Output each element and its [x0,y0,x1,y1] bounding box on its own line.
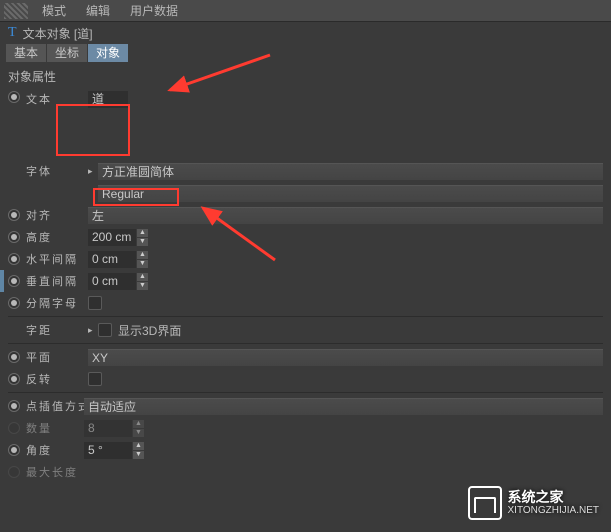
row-kerning: 字距 ▸ 显示3D界面 [8,320,603,340]
row-height: 高度 200 cm ▲ ▼ [8,227,603,247]
chevron-down-icon[interactable]: ▸ [88,166,98,177]
text-field[interactable]: 道 [88,91,128,108]
angle-field[interactable]: 5 ° [84,442,132,459]
invert-checkbox[interactable] [88,372,102,386]
sepletters-checkbox[interactable] [88,296,102,310]
hspacing-step-up[interactable]: ▲ [137,251,148,259]
tab-basic[interactable]: 基本 [6,44,46,62]
anim-dot-align[interactable] [8,209,20,221]
count-step-down: ▼ [133,429,144,437]
row-text: 文本 道 [8,89,603,129]
row-vspacing: 垂直间隔 0 cm ▲ ▼ [8,271,603,291]
anim-dot-sepletters[interactable] [8,297,20,309]
left-panel-sliver [0,270,4,292]
label-sepletters: 分隔字母 [26,295,88,311]
count-step-up: ▲ [133,420,144,428]
vspacing-field[interactable]: 0 cm [88,273,136,290]
panel-menu-icon[interactable] [4,3,28,19]
label-vspacing: 垂直间隔 [26,273,88,289]
height-step-up[interactable]: ▲ [137,229,148,237]
label-invert: 反转 [26,371,88,387]
watermark: 系统之家 XITONGZHIJIA.NET [468,486,600,520]
hspacing-step-down[interactable]: ▼ [137,260,148,268]
label-hspacing: 水平间隔 [26,251,88,267]
row-font: 字体 ▸ 方正准圆简体 [8,161,603,181]
anim-dot-maxlen [8,466,20,478]
height-step-down[interactable]: ▼ [137,238,148,246]
plane-field[interactable]: XY [88,349,603,366]
anim-dot-height[interactable] [8,231,20,243]
kerning-3d-checkbox[interactable] [98,323,112,337]
anim-dot-invert[interactable] [8,373,20,385]
label-plane: 平面 [26,349,88,365]
row-count: 数量 8 ▲ ▼ [8,418,603,438]
anim-dot-text[interactable] [8,91,20,103]
anim-dot-count [8,422,20,434]
row-plane: 平面 XY [8,347,603,367]
anim-dot-interp[interactable] [8,400,20,412]
row-font-weight: Regular [8,183,603,203]
tab-coord[interactable]: 坐标 [47,44,87,62]
label-count: 数量 [26,420,84,436]
label-font: 字体 [26,163,88,179]
font-weight-field[interactable]: Regular [98,185,603,202]
watermark-url: XITONGZHIJIA.NET [508,505,600,516]
row-invert: 反转 [8,369,603,389]
attribute-tabs: 基本 坐标 对象 [0,44,611,64]
vspacing-step-down[interactable]: ▼ [137,282,148,290]
angle-step-up[interactable]: ▲ [133,442,144,450]
label-show-3d: 显示3D界面 [118,322,181,339]
row-align: 对齐 左 [8,205,603,225]
text-object-icon: T [8,25,17,41]
label-align: 对齐 [26,207,88,223]
anim-dot-vspacing[interactable] [8,275,20,287]
row-sepletters: 分隔字母 [8,293,603,313]
label-interp: 点插值方式 [26,398,84,414]
font-family-field[interactable]: 方正准圆简体 [98,163,603,180]
menu-userdata[interactable]: 用户数据 [120,0,188,22]
tab-object[interactable]: 对象 [88,44,128,62]
label-height: 高度 [26,229,88,245]
hspacing-field[interactable]: 0 cm [88,251,136,268]
anim-dot-angle[interactable] [8,444,20,456]
row-hspacing: 水平间隔 0 cm ▲ ▼ [8,249,603,269]
house-logo-icon [468,486,502,520]
object-header: T 文本对象 [道] [0,22,611,44]
label-text: 文本 [26,91,88,107]
menu-edit[interactable]: 编辑 [76,0,120,22]
align-field[interactable]: 左 [88,207,603,224]
count-field: 8 [84,420,132,437]
anim-dot-hspacing[interactable] [8,253,20,265]
height-field[interactable]: 200 cm [88,229,136,246]
watermark-title: 系统之家 [508,490,600,505]
row-angle: 角度 5 ° ▲ ▼ [8,440,603,460]
properties-panel: 文本 道 字体 ▸ 方正准圆简体 Regular 对齐 左 高度 200 cm … [0,89,611,482]
vspacing-step-up[interactable]: ▲ [137,273,148,281]
menubar: 模式 编辑 用户数据 [0,0,611,22]
anim-dot-plane[interactable] [8,351,20,363]
object-title: 文本对象 [道] [23,25,93,42]
label-kerning: 字距 [26,322,88,338]
angle-step-down[interactable]: ▼ [133,451,144,459]
label-maxlen: 最大长度 [26,464,84,480]
interp-field[interactable]: 自动适应 [84,398,603,415]
label-angle: 角度 [26,442,84,458]
row-maxlen: 最大长度 [8,462,603,482]
menu-mode[interactable]: 模式 [32,0,76,22]
section-object-attributes: 对象属性 [0,64,611,89]
row-interp: 点插值方式 自动适应 [8,396,603,416]
